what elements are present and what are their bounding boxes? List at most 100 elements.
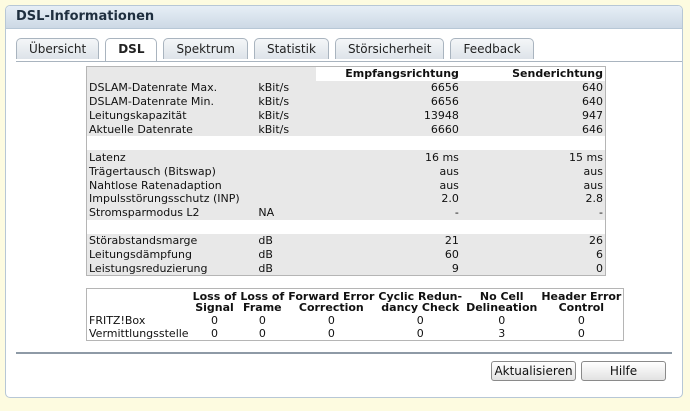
table-row: Störabstandsmarge dB 21 26 xyxy=(86,233,606,248)
row-down: 21 xyxy=(316,233,461,248)
row-down: 6656 xyxy=(316,94,461,109)
tab-divider xyxy=(16,61,682,62)
header-no-cell-delineation: No Cell Delineation xyxy=(466,290,538,314)
tab-feedback[interactable]: Feedback xyxy=(450,38,534,59)
table-row: FRITZ!Box 0 0 0 0 0 0 xyxy=(87,314,624,327)
row-label: Vermittlungsstelle xyxy=(89,327,189,340)
spacer-row xyxy=(86,136,606,151)
counter-value: 0 xyxy=(258,314,266,327)
table-row: Leitungsdämpfung dB 60 6 xyxy=(86,247,606,262)
tab-dsl[interactable]: DSL xyxy=(105,38,158,61)
table-row: Impulsstörungsschutz (INP) 2.0 2.8 xyxy=(86,192,606,206)
row-down: aus xyxy=(316,178,461,193)
table-row: Latenz 16 ms 15 ms xyxy=(86,150,606,165)
row-down: - xyxy=(316,205,461,220)
row-down: 6656 xyxy=(316,80,461,95)
row-label: Leitungsdämpfung xyxy=(86,247,257,262)
table-row: Vermittlungsstelle 0 0 0 0 3 0 xyxy=(87,327,624,341)
row-down: 13948 xyxy=(316,108,461,123)
row-unit: kBit/s xyxy=(256,80,317,95)
counter-value: 0 xyxy=(498,314,506,327)
row-label: DSLAM-Datenrate Min. xyxy=(86,94,257,109)
header-empfangsrichtung: Empfangsrichtung xyxy=(345,67,459,81)
row-up: 646 xyxy=(460,122,606,137)
header-senderichtung: Senderichtung xyxy=(512,67,603,81)
tab-uebersicht[interactable]: Übersicht xyxy=(16,38,100,59)
table-row: Trägertausch (Bitswap) aus aus xyxy=(86,164,606,179)
row-label: Störabstandsmarge xyxy=(86,233,257,248)
row-unit: kBit/s xyxy=(256,94,317,109)
row-unit: kBit/s xyxy=(256,108,317,123)
window-title: DSL-Informationen xyxy=(6,6,682,29)
row-up: 2.8 xyxy=(460,192,606,206)
tab-stoersicherheit[interactable]: Störsicherheit xyxy=(334,38,445,59)
header-cyclic-redundancy-check: Cyclic Redun-dancy Check xyxy=(378,290,463,314)
tab-statistik[interactable]: Statistik xyxy=(253,38,329,59)
row-unit xyxy=(256,178,317,193)
counter-value: 0 xyxy=(416,314,424,327)
counter-value: 0 xyxy=(211,314,218,327)
counter-value: 0 xyxy=(416,327,424,340)
row-down: 60 xyxy=(316,247,461,262)
row-unit: kBit/s xyxy=(256,122,317,137)
row-up: 640 xyxy=(460,80,606,95)
counter-value: 0 xyxy=(577,314,585,327)
row-label: Leitungskapazität xyxy=(86,108,257,123)
row-up: 6 xyxy=(460,247,606,262)
counter-value: 0 xyxy=(327,327,335,340)
counter-value: 0 xyxy=(327,314,335,327)
spacer-row xyxy=(86,219,606,234)
row-label: Latenz xyxy=(86,150,257,165)
row-up: 26 xyxy=(460,233,606,248)
table-row: Leistungsreduzierung dB 9 0 xyxy=(86,261,606,276)
row-up: - xyxy=(460,205,606,220)
row-up: aus xyxy=(460,164,606,179)
row-up: aus xyxy=(460,178,606,193)
row-unit: dB xyxy=(256,261,317,276)
dsl-rates-table: Empfangsrichtung Senderichtung DSLAM-Dat… xyxy=(86,66,606,277)
row-down: 6660 xyxy=(316,122,461,137)
error-counters-table: Loss of Signal Loss of Frame Forward Error… xyxy=(86,288,625,341)
row-label: Leistungsreduzierung xyxy=(86,261,257,276)
row-label: Trägertausch (Bitswap) xyxy=(86,164,257,179)
header-loss-of-frame: Loss of Frame xyxy=(240,290,285,314)
dsl-info-window: DSL-Informationen Übersicht DSL Spektrum… xyxy=(5,5,683,398)
row-down: 2.0 xyxy=(316,192,461,206)
row-unit: NA xyxy=(256,205,317,220)
row-label: FRITZ!Box xyxy=(89,314,146,327)
table-row: DSLAM-Datenrate Min. kBit/s 6656 640 xyxy=(86,94,606,109)
footer-divider xyxy=(16,352,672,354)
row-label: Impulsstörungsschutz (INP) xyxy=(86,192,257,206)
table-row: Stromsparmodus L2 NA - - xyxy=(86,205,606,220)
row-up: 15 ms xyxy=(460,150,606,165)
row-up: 947 xyxy=(460,108,606,123)
row-label: Stromsparmodus L2 xyxy=(86,205,257,220)
row-down: 16 ms xyxy=(316,150,461,165)
row-up: 640 xyxy=(460,94,606,109)
row-down: aus xyxy=(316,164,461,179)
table-row: Aktuelle Datenrate kBit/s 6660 646 xyxy=(86,122,606,137)
help-button[interactable]: Hilfe xyxy=(581,361,666,381)
row-unit: dB xyxy=(256,247,317,262)
table-row: Leitungskapazität kBit/s 13948 947 xyxy=(86,108,606,123)
row-unit xyxy=(256,150,317,165)
row-up: 0 xyxy=(460,261,606,276)
counter-value: 0 xyxy=(258,327,266,340)
tab-spektrum[interactable]: Spektrum xyxy=(163,38,248,59)
row-unit xyxy=(256,192,317,206)
table-row: Nahtlose Ratenadaption aus aus xyxy=(86,178,606,193)
counter-value: 0 xyxy=(577,327,585,340)
header-forward-error-correction: Forward Error Correction xyxy=(288,290,375,314)
row-unit: dB xyxy=(256,233,317,248)
header-header-error-control: Header Error Control xyxy=(541,290,622,314)
row-label: DSLAM-Datenrate Max. xyxy=(86,80,257,95)
refresh-button[interactable]: Aktualisieren xyxy=(491,361,576,381)
row-label: Aktuelle Datenrate xyxy=(86,122,257,137)
tab-bar: Übersicht DSL Spektrum Statistik Störsic… xyxy=(16,38,540,61)
table-row: DSLAM-Datenrate Max. kBit/s 6656 640 xyxy=(86,80,606,95)
counter-value: 0 xyxy=(211,327,218,340)
row-label: Nahtlose Ratenadaption xyxy=(86,178,257,193)
counter-value: 3 xyxy=(498,327,506,340)
row-unit xyxy=(256,164,317,179)
header-loss-of-signal: Loss of Signal xyxy=(192,290,237,314)
